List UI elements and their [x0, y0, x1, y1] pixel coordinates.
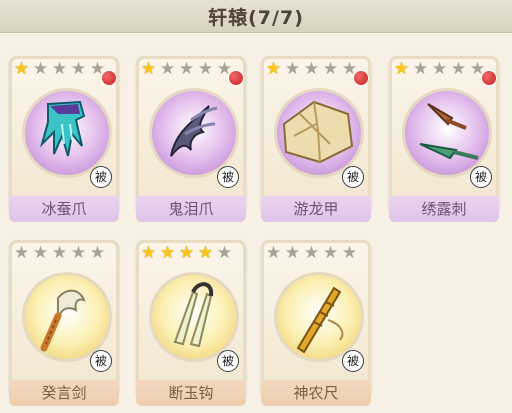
item-name: 神农尺	[261, 380, 371, 406]
star-rating: ★ ★ ★ ★ ★	[139, 60, 234, 78]
star-filled-icon: ★	[13, 59, 30, 79]
item-card-3[interactable]: ★ ★ ★ ★ ★ 被 游龙甲	[256, 46, 371, 222]
jade-hook-icon	[173, 282, 214, 348]
star-empty-icon: ★	[178, 59, 195, 79]
star-empty-icon: ★	[284, 243, 301, 263]
dew-dart-icon	[419, 103, 479, 160]
star-empty-icon: ★	[70, 59, 87, 79]
star-empty-icon: ★	[284, 59, 301, 79]
star-empty-icon: ★	[51, 243, 68, 263]
star-empty-icon: ★	[216, 243, 233, 263]
passive-badge: 被	[470, 166, 492, 188]
star-filled-icon: ★	[197, 243, 214, 263]
passive-badge: 被	[90, 166, 112, 188]
star-empty-icon: ★	[431, 59, 448, 79]
star-rating: ★ ★ ★ ★ ★	[392, 60, 487, 78]
passive-badge: 被	[90, 350, 112, 372]
star-rating: ★ ★ ★ ★ ★	[139, 244, 234, 262]
ghost-tear-claw-icon	[170, 105, 218, 157]
title-bar: 轩辕(7/7)	[0, 0, 512, 33]
star-filled-icon: ★	[140, 243, 157, 263]
gui-yan-sword-icon	[40, 289, 86, 352]
star-empty-icon: ★	[265, 243, 282, 263]
star-empty-icon: ★	[51, 59, 68, 79]
star-filled-icon: ★	[265, 59, 282, 79]
item-name: 断玉钩	[136, 380, 246, 406]
star-empty-icon: ★	[32, 59, 49, 79]
star-rating: ★ ★ ★ ★ ★	[264, 244, 359, 262]
passive-badge: 被	[342, 350, 364, 372]
item-name: 绣露刺	[389, 196, 499, 222]
shennong-ruler-icon	[296, 286, 344, 354]
star-empty-icon: ★	[32, 243, 49, 263]
star-filled-icon: ★	[178, 243, 195, 263]
star-empty-icon: ★	[159, 59, 176, 79]
ice-silkworm-claw-icon	[40, 100, 86, 157]
dragon-armor-icon	[282, 100, 354, 164]
star-empty-icon: ★	[197, 59, 214, 79]
item-card-5[interactable]: ★ ★ ★ ★ ★ 被 癸言剑	[4, 230, 119, 406]
item-name: 游龙甲	[261, 196, 371, 222]
item-card-2[interactable]: ★ ★ ★ ★ ★ 被 鬼泪爪	[131, 46, 246, 222]
star-empty-icon: ★	[303, 59, 320, 79]
item-card-7[interactable]: ★ ★ ★ ★ ★ 被 神农尺	[256, 230, 371, 406]
item-name: 癸言剑	[9, 380, 119, 406]
star-empty-icon: ★	[341, 243, 358, 263]
passive-badge: 被	[217, 350, 239, 372]
passive-badge: 被	[342, 166, 364, 188]
item-name: 鬼泪爪	[136, 196, 246, 222]
star-rating: ★ ★ ★ ★ ★	[12, 244, 107, 262]
item-card-4[interactable]: ★ ★ ★ ★ ★ 被 绣露刺	[384, 46, 499, 222]
star-filled-icon: ★	[140, 59, 157, 79]
star-empty-icon: ★	[303, 243, 320, 263]
star-empty-icon: ★	[322, 59, 339, 79]
star-empty-icon: ★	[13, 243, 30, 263]
item-card-6[interactable]: ★ ★ ★ ★ ★ 被 断玉钩	[131, 230, 246, 406]
star-filled-icon: ★	[159, 243, 176, 263]
star-empty-icon: ★	[322, 243, 339, 263]
star-rating: ★ ★ ★ ★ ★	[264, 60, 359, 78]
star-empty-icon: ★	[70, 243, 87, 263]
star-rating: ★ ★ ★ ★ ★	[12, 60, 107, 78]
item-card-1[interactable]: ★ ★ ★ ★ ★ 被 冰蚕爪	[4, 46, 119, 222]
item-grid: ★ ★ ★ ★ ★ 被 冰蚕爪 ★ ★ ★ ★ ★ 被 鬼泪爪 ★ ★ ★ ★ ★	[0, 36, 512, 413]
item-name: 冰蚕爪	[9, 196, 119, 222]
page-title: 轩辕(7/7)	[208, 6, 304, 29]
star-empty-icon: ★	[89, 243, 106, 263]
passive-badge: 被	[217, 166, 239, 188]
star-filled-icon: ★	[393, 59, 410, 79]
star-empty-icon: ★	[412, 59, 429, 79]
star-empty-icon: ★	[450, 59, 467, 79]
